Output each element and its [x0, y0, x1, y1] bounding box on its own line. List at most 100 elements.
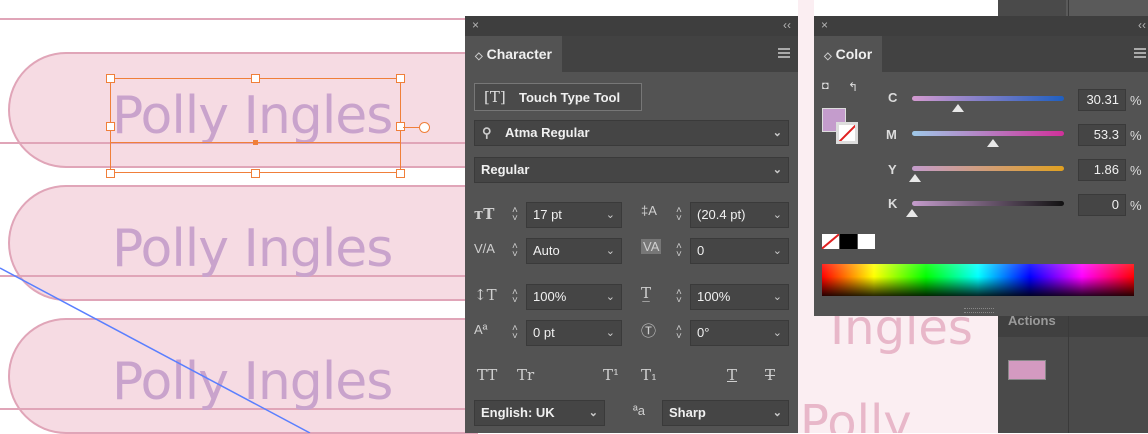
magenta-slider[interactable] [912, 131, 1064, 136]
stroke-swatch[interactable] [836, 122, 858, 144]
vertical-scale-icon: ↕T [474, 286, 497, 304]
chevron-down-icon[interactable]: ⌄ [606, 321, 615, 345]
yellow-slider[interactable] [912, 166, 1064, 171]
strikethrough-button[interactable]: T [765, 366, 775, 384]
magenta-unit: % [1130, 128, 1142, 143]
chevron-down-icon[interactable]: ⌄ [773, 401, 782, 425]
baseline-shift-stepper[interactable]: ˄ ˅ [512, 324, 518, 342]
baseline-shift-icon: Aª [474, 322, 488, 337]
baseline-shift-value: 0 pt [533, 325, 555, 340]
cyan-slider[interactable] [912, 96, 1064, 101]
selection-handle-ml[interactable] [106, 122, 115, 131]
rotation-field[interactable]: 0° ⌄ [690, 320, 789, 346]
none-swatch[interactable] [822, 234, 839, 249]
leading-stepper[interactable]: ˄ ˅ [676, 206, 682, 224]
superscript-button[interactable]: T¹ [603, 366, 619, 384]
chevron-down-icon[interactable]: ⌄ [606, 285, 615, 309]
white-swatch[interactable] [858, 234, 875, 249]
selection-handle-tl[interactable] [106, 74, 115, 83]
rotation-value: 0° [697, 325, 710, 340]
kerning-icon: V/A [474, 241, 495, 256]
tab-toggle-icon: ◇ [824, 51, 832, 62]
yellow-value-field[interactable]: 1.86 [1078, 159, 1126, 181]
selection-handle-bm[interactable] [251, 169, 260, 178]
text-out-port-handle[interactable] [419, 122, 430, 133]
character-tab-row: ◇ Character [465, 36, 798, 72]
cyan-value-field[interactable]: 30.31 [1078, 89, 1126, 111]
underline-button[interactable]: T [727, 366, 737, 384]
all-caps-button[interactable]: TT [477, 366, 497, 384]
touch-type-tool-button[interactable]: [T] Touch Type Tool [474, 83, 642, 111]
chevron-down-icon[interactable]: ⌄ [606, 203, 615, 227]
default-colors-icon[interactable]: ◘ [822, 80, 829, 92]
resize-grip[interactable] [964, 308, 994, 313]
subscript-button[interactable]: T₁ [641, 366, 657, 384]
chevron-down-icon[interactable]: ⌄ [773, 285, 782, 309]
close-icon[interactable]: × [472, 18, 479, 32]
tab-character[interactable]: ◇ Character [465, 36, 562, 72]
black-slider-thumb[interactable] [906, 209, 918, 217]
small-caps-button[interactable]: Tr [517, 366, 534, 384]
vertical-scale-stepper[interactable]: ˄ ˅ [512, 288, 518, 306]
black-label: K [888, 196, 898, 211]
panel-menu-icon[interactable] [1134, 48, 1146, 58]
yellow-slider-thumb[interactable] [908, 174, 921, 182]
kerning-field[interactable]: Auto ⌄ [526, 238, 622, 264]
chevron-down-icon[interactable]: ⌄ [773, 121, 782, 145]
black-value-field[interactable]: 0 [1078, 194, 1126, 216]
swap-colors-icon[interactable]: ↰ [848, 80, 858, 94]
anti-alias-field[interactable]: Sharp ⌄ [662, 400, 789, 426]
horizontal-scale-stepper[interactable]: ˄ ˅ [676, 288, 682, 306]
color-tab-row: ◇ Color [814, 36, 1148, 72]
chevron-down-icon[interactable]: ⌄ [589, 401, 598, 425]
vertical-scale-field[interactable]: 100% ⌄ [526, 284, 622, 310]
chevron-down-icon[interactable]: ⌄ [773, 239, 782, 263]
font-style-field[interactable]: Regular ⌄ [474, 157, 789, 183]
tracking-value: 0 [697, 243, 705, 258]
collapse-icon[interactable]: ‹‹ [783, 18, 791, 32]
selection-handle-tr[interactable] [396, 74, 405, 83]
leading-field[interactable]: (20.4 pt) ⌄ [690, 202, 789, 228]
color-spectrum[interactable] [822, 264, 1134, 296]
selection-handle-bl[interactable] [106, 169, 115, 178]
tracking-stepper[interactable]: ˄ ˅ [676, 242, 682, 260]
cyan-unit: % [1130, 93, 1142, 108]
magenta-value-field[interactable]: 53.3 [1078, 124, 1126, 146]
language-value: English: UK [481, 405, 555, 420]
selection-handle-tm[interactable] [251, 74, 260, 83]
tab-color[interactable]: ◇ Color [814, 36, 883, 72]
cyan-slider-thumb[interactable] [952, 104, 965, 112]
leading-icon: ‡A [641, 203, 657, 218]
font-size-stepper[interactable]: ˄ ˅ [512, 206, 518, 224]
chevron-down-icon[interactable]: ⌄ [773, 321, 782, 345]
horizontal-scale-field[interactable]: 100% ⌄ [690, 284, 789, 310]
black-swatch[interactable] [840, 234, 857, 249]
kerning-stepper[interactable]: ˄ ˅ [512, 242, 518, 260]
color-panel-titlebar: × ‹‹ [814, 16, 1148, 36]
chevron-down-icon[interactable]: ⌄ [773, 158, 782, 182]
selection-handle-br[interactable] [396, 169, 405, 178]
rotation-stepper[interactable]: ˄ ˅ [676, 324, 682, 342]
black-unit: % [1130, 198, 1142, 213]
font-size-field[interactable]: 17 pt ⌄ [526, 202, 622, 228]
cyan-label: C [888, 90, 898, 105]
collapse-icon[interactable]: ‹‹ [1138, 18, 1146, 32]
tab-color-label: Color [835, 46, 873, 62]
chevron-down-icon[interactable]: ⌄ [773, 203, 782, 227]
language-field[interactable]: English: UK ⌄ [474, 400, 605, 426]
baseline-shift-field[interactable]: 0 pt ⌄ [526, 320, 622, 346]
search-icon: ⚲ [482, 125, 492, 140]
chevron-down-icon[interactable]: ⌄ [606, 239, 615, 263]
selection-bounding-box[interactable] [110, 78, 401, 173]
stroke-none-slash [839, 125, 855, 141]
magenta-slider-thumb[interactable] [987, 139, 1000, 147]
action-thumbnail[interactable] [1008, 360, 1046, 380]
tab-character-label: Character [486, 46, 552, 62]
font-style-value: Regular [481, 162, 530, 177]
tracking-field[interactable]: 0 ⌄ [690, 238, 789, 264]
panel-menu-icon[interactable] [778, 48, 790, 58]
spectrum-shading [822, 264, 1134, 296]
font-family-field[interactable]: ⚲ Atma Regular ⌄ [474, 120, 789, 146]
close-icon[interactable]: × [821, 18, 828, 32]
black-slider[interactable] [912, 201, 1064, 206]
